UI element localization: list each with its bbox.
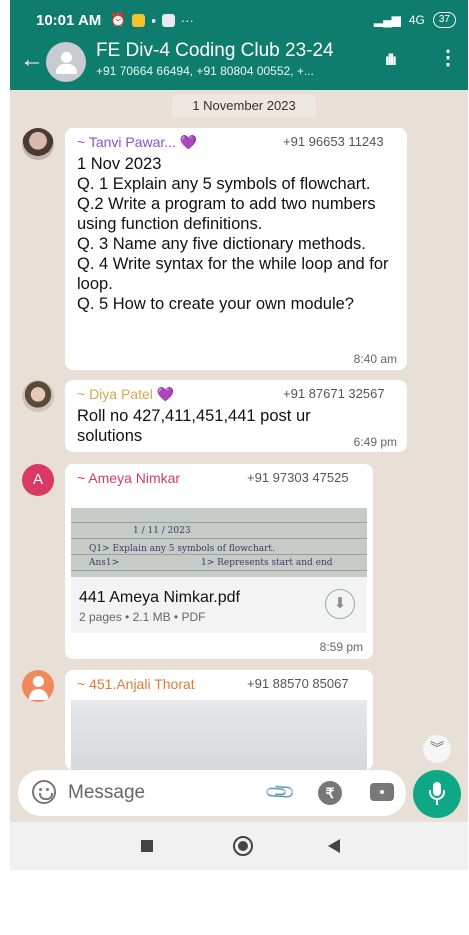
more-notifications-icon: ··· [180, 12, 194, 28]
message-text: Roll no 427,411,451,441 post ur solution… [77, 407, 311, 445]
avatar[interactable] [22, 128, 54, 160]
signal-icon: ▂▄▆ [373, 13, 401, 27]
top-bar: 10:01 AM ⏰ ▪ ··· ▂▄▆ 4G 37 ← FE Div-4 Co… [10, 0, 468, 90]
group-avatar-icon[interactable] [46, 42, 86, 82]
chat-participants[interactable]: +91 70664 66494, +91 80804 00552, +... [96, 64, 314, 78]
home-icon[interactable] [233, 836, 253, 856]
message-time: 8:59 pm [319, 640, 363, 654]
mic-icon[interactable] [413, 770, 461, 818]
notification-icon [161, 13, 175, 27]
back-arrow-icon[interactable]: ← [20, 48, 46, 74]
message-composer: 📎 ₹ [18, 770, 406, 816]
battery-level: 37 [438, 14, 450, 25]
message-input[interactable] [68, 779, 258, 807]
audio-call-icon[interactable]: ıllı [385, 52, 397, 70]
status-notification-icons: ⏰ ▪ ··· [110, 12, 194, 28]
notification-icon [132, 13, 146, 27]
preview-line: Q1> Explain any 5 symbols of flowchart. [89, 544, 275, 554]
avatar[interactable] [22, 380, 54, 412]
status-time: 10:01 AM [36, 12, 102, 29]
sender-name[interactable]: ~ 451.Anjali Thorat [77, 676, 195, 692]
notification-dot-icon: ▪ [151, 12, 156, 28]
message-bubble[interactable]: ~ 451.Anjali Thorat +91 88570 85067 [65, 670, 373, 780]
download-icon[interactable]: ⬇ [325, 589, 355, 619]
battery-icon: 37 [432, 12, 456, 28]
whatsapp-screen: 10:01 AM ⏰ ▪ ··· ▂▄▆ 4G 37 ← FE Div-4 Co… [10, 0, 468, 870]
status-bar: 10:01 AM ⏰ ▪ ··· ▂▄▆ 4G 37 [10, 0, 468, 38]
sender-phone: +91 88570 85067 [247, 676, 349, 691]
message-bubble[interactable]: ~ Ameya Nimkar +91 97303 47525 1 / 11 / … [65, 464, 373, 659]
camera-icon[interactable] [370, 783, 394, 801]
sender-name[interactable]: ~ Tanvi Pawar... 💜 [77, 134, 197, 151]
sender-name[interactable]: ~ Diya Patel 💜 [77, 386, 174, 403]
document-meta: 2 pages • 2.1 MB • PDF [79, 610, 206, 624]
network-type: 4G [408, 13, 425, 27]
chat-title[interactable]: FE Div-4 Coding Club 23-24 [96, 40, 334, 62]
message-text: 1 Nov 2023 Q. 1 Explain any 5 symbols of… [77, 155, 389, 313]
sender-phone: +91 97303 47525 [247, 470, 349, 485]
sender-name[interactable]: ~ Ameya Nimkar [77, 470, 180, 486]
rupee-icon[interactable]: ₹ [318, 781, 342, 805]
sender-phone: +91 87671 32567 [283, 386, 385, 401]
document-name[interactable]: 441 Ameya Nimkar.pdf [79, 589, 240, 607]
preview-line: 1> Represents start and end [201, 558, 333, 568]
preview-date: 1 / 11 / 2023 [133, 526, 191, 536]
attach-icon[interactable]: 📎 [263, 775, 298, 810]
more-vert-icon[interactable]: ⋮ [438, 48, 458, 68]
status-system-icons: ▂▄▆ 4G 37 [374, 12, 456, 28]
preview-line: Ans1> [89, 558, 120, 568]
date-chip: 1 November 2023 [172, 94, 316, 118]
system-nav-bar [10, 822, 468, 870]
emoji-icon[interactable] [32, 780, 56, 804]
chat-header: ← FE Div-4 Coding Club 23-24 +91 70664 6… [10, 38, 468, 90]
avatar[interactable] [22, 670, 54, 702]
message-time: 8:40 am [353, 352, 397, 366]
alarm-icon: ⏰ [110, 12, 127, 27]
message-bubble[interactable]: ~ Tanvi Pawar... 💜 +91 96653 11243 1 Nov… [65, 128, 407, 370]
message-bubble[interactable]: ~ Diya Patel 💜 +91 87671 32567 Roll no 4… [65, 380, 407, 452]
sender-phone: +91 96653 11243 [283, 134, 384, 149]
image-attachment[interactable] [71, 700, 367, 780]
scroll-down-icon[interactable]: ︾ [423, 735, 451, 763]
system-back-icon[interactable] [328, 839, 340, 853]
recent-apps-icon[interactable] [141, 840, 153, 852]
document-preview[interactable]: 1 / 11 / 2023 Q1> Explain any 5 symbols … [71, 508, 367, 577]
message-time: 6:49 pm [353, 435, 397, 449]
document-attachment[interactable]: 441 Ameya Nimkar.pdf 2 pages • 2.1 MB • … [71, 577, 367, 633]
avatar[interactable]: A [22, 464, 54, 496]
